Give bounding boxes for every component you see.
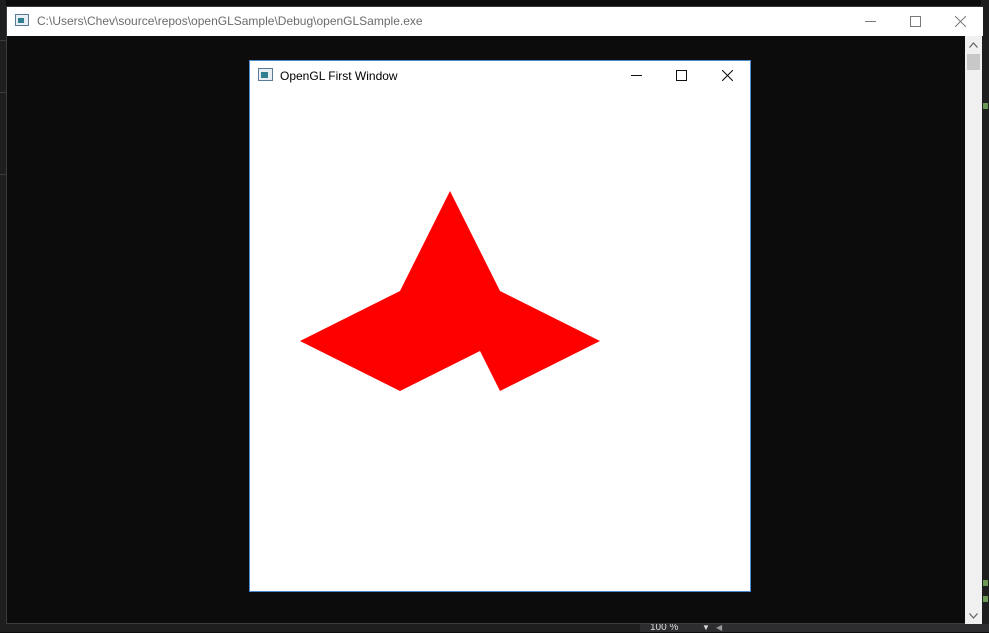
opengl-window-title: OpenGL First Window: [280, 69, 398, 83]
close-button[interactable]: [937, 7, 983, 36]
red-arrow-shape: [300, 191, 600, 391]
scroll-left-icon[interactable]: ◀: [716, 624, 722, 632]
zoom-dropdown-icon[interactable]: ▼: [702, 624, 710, 632]
close-icon: [721, 70, 733, 81]
close-icon: [954, 16, 966, 27]
opengl-render: [300, 191, 600, 391]
scrollbar-thumb[interactable]: [967, 54, 980, 70]
minimize-button[interactable]: [847, 7, 893, 36]
maximize-button[interactable]: [892, 7, 938, 36]
opengl-window: OpenGL First Window: [249, 60, 751, 592]
background-editor-bottom: [0, 624, 640, 632]
gl-app-icon: [258, 68, 273, 81]
opengl-titlebar[interactable]: OpenGL First Window: [250, 61, 750, 91]
scroll-up-button[interactable]: [965, 36, 982, 53]
maximize-icon: [909, 16, 921, 27]
minimize-icon: [630, 75, 642, 76]
background-status-strip: [640, 624, 989, 632]
minimize-icon: [864, 21, 876, 22]
console-vertical-scrollbar[interactable]: [965, 36, 982, 624]
console-app-icon: [15, 14, 29, 26]
chevron-up-icon: [969, 41, 978, 48]
maximize-icon: [675, 70, 687, 81]
opengl-canvas[interactable]: [250, 91, 750, 591]
gl-maximize-button[interactable]: [658, 61, 704, 90]
scroll-down-button[interactable]: [965, 607, 982, 624]
gl-minimize-button[interactable]: [613, 61, 659, 90]
chevron-down-icon: [969, 612, 978, 619]
background-editor-right-edge: [981, 0, 989, 632]
console-title: C:\Users\Chev\source\repos\openGLSample\…: [37, 14, 423, 28]
console-titlebar[interactable]: C:\Users\Chev\source\repos\openGLSample\…: [7, 7, 983, 36]
gl-close-button[interactable]: [704, 61, 750, 90]
